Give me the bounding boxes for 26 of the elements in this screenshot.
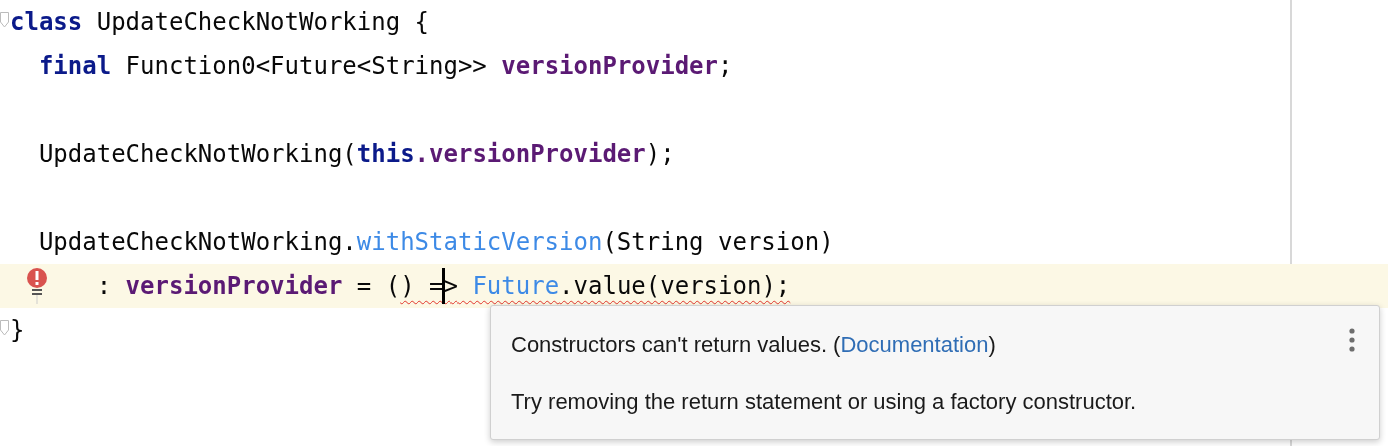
code-text: UpdateCheckNotWorking { (95, 8, 430, 36)
field-name: versionProvider (501, 52, 719, 80)
hint-text: Try removing the return statement or using a factory constructor. (511, 388, 1138, 416)
keyword: final (38, 52, 112, 80)
code-text: Function0<Future<String>> (124, 52, 488, 80)
method-name: withStaticVersion (356, 228, 603, 256)
field-name: .versionProvider (414, 140, 646, 168)
documentation-link[interactable]: Documentation (840, 332, 989, 357)
code-text: ; (718, 52, 733, 80)
code-text: : (96, 272, 113, 300)
error-bulb-icon[interactable] (26, 268, 48, 304)
error-code-text: ) = (400, 272, 444, 300)
error-message: Constructors can't return values. (Documentation) (511, 331, 996, 359)
more-options-icon[interactable] (1349, 328, 1355, 352)
code-text: (String version) (602, 228, 834, 256)
field-name: versionProvider (125, 272, 343, 300)
code-text: UpdateCheckNotWorking( (38, 140, 357, 168)
code-text: = ( (355, 272, 401, 300)
error-code-text: Future (471, 272, 560, 300)
error-code-text: .value(version); (559, 272, 791, 300)
code-text: ); (645, 140, 675, 168)
code-text: UpdateCheckNotWorking. (38, 228, 357, 256)
keyword: this (356, 140, 415, 168)
code-text: } (10, 316, 25, 344)
keyword: class (10, 8, 83, 36)
error-code-text: > (443, 272, 458, 300)
